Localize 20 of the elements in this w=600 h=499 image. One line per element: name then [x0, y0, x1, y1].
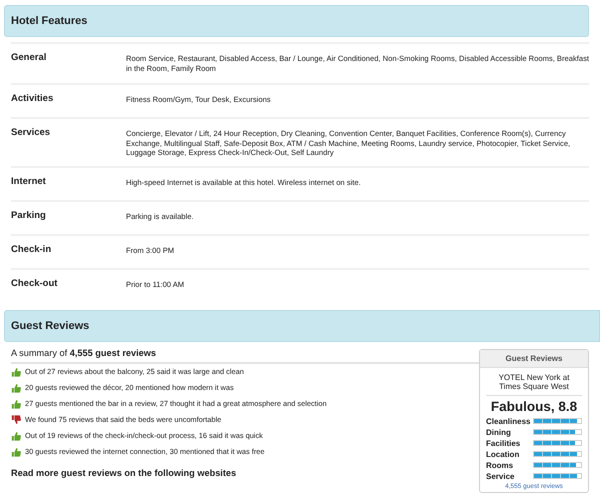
feature-label: General	[11, 52, 48, 65]
feature-label: Services	[11, 127, 52, 140]
feature-label: Check-out	[11, 278, 58, 290]
rating-label: Cleanliness	[486, 416, 532, 426]
panel-title: Guest Reviews	[480, 350, 588, 368]
rating-label: Service	[486, 472, 516, 480]
subheading: Read more guest reviews on the following websites	[11, 468, 238, 478]
hotel-name: YOTEL New York at Times Square West	[486, 368, 582, 396]
rating-label: Facilities	[486, 438, 522, 448]
section-header: Guest Reviews	[4, 310, 600, 342]
feature-label: Parking	[11, 210, 47, 222]
rating-label: Location	[486, 450, 520, 458]
review-score: Fabulous, 8.8	[490, 398, 578, 416]
rating-label: Rooms	[486, 460, 514, 470]
section-header: Hotel Features	[4, 5, 589, 37]
rating-label: Dining	[486, 428, 512, 436]
feature-label: Internet	[11, 176, 47, 188]
summary-heading: A summary of 4,555 guest reviews	[11, 344, 481, 364]
feature-label: Check-in	[11, 244, 52, 256]
feature-label: Activities	[11, 93, 54, 106]
